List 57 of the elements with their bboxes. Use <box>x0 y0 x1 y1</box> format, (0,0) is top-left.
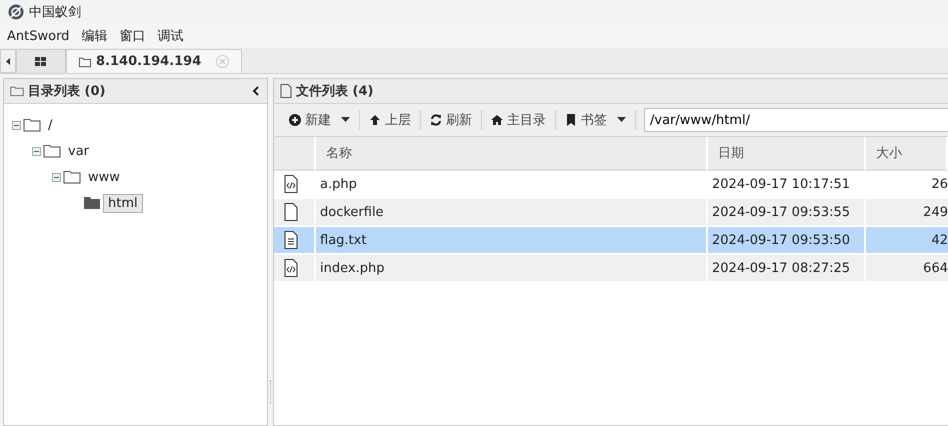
bookmark-icon <box>565 114 577 126</box>
table-cell[interactable]: dockerfile <box>316 199 708 227</box>
column-header[interactable]: 名称 <box>316 137 708 171</box>
grid-icon <box>35 56 47 68</box>
collapse-icon[interactable] <box>32 146 41 156</box>
folder-icon <box>10 85 24 97</box>
tab[interactable] <box>16 49 66 73</box>
tree-item[interactable]: / <box>43 116 58 134</box>
home-icon <box>491 114 503 126</box>
up-arrow-icon <box>369 114 381 126</box>
panel-title: 文件列表 (4) <box>296 82 374 100</box>
folder-icon <box>63 170 81 184</box>
toolbar-button[interactable]: 新建 <box>280 107 359 133</box>
column-header[interactable]: 大小 <box>866 137 948 171</box>
scroll-left-button[interactable] <box>0 49 16 73</box>
tree-item[interactable]: www <box>83 168 125 186</box>
file-icon <box>283 203 299 221</box>
collapse-icon[interactable] <box>251 85 261 97</box>
caret-icon <box>617 117 626 123</box>
document-icon <box>280 84 292 98</box>
menu-item[interactable]: 编辑 <box>81 27 108 45</box>
refresh-icon <box>430 114 442 126</box>
text-file-icon <box>283 231 299 249</box>
table-cell[interactable]: flag.txt <box>316 227 708 255</box>
table-cell[interactable]: index.php <box>316 255 708 283</box>
panel-title: 目录列表 (0) <box>28 83 106 100</box>
folder-icon <box>43 144 61 158</box>
table-cell: 664 <box>866 255 948 283</box>
caret-icon <box>6 58 10 64</box>
caret-icon <box>341 117 350 123</box>
plus-circle-icon <box>289 114 301 126</box>
column-header[interactable]: 日期 <box>708 137 866 171</box>
toolbar-button[interactable]: 书签 <box>556 107 635 133</box>
menu-item[interactable]: 调试 <box>157 27 184 45</box>
toolbar-button[interactable]: 上层 <box>360 107 420 133</box>
table-cell: 249 <box>866 199 948 227</box>
folder-icon <box>23 118 41 132</box>
code-file-icon <box>283 175 299 193</box>
menu-item[interactable]: 窗口 <box>119 27 146 45</box>
path-field[interactable]: /var/www/html/ <box>644 108 948 132</box>
folder-icon <box>83 196 101 210</box>
menu-item[interactable]: AntSword <box>7 28 70 44</box>
app-logo <box>8 4 24 20</box>
tab[interactable]: 8.140.194.194 <box>66 49 242 73</box>
table-cell: 2024-09-17 08:27:25 <box>708 255 866 283</box>
collapse-icon[interactable] <box>12 120 21 130</box>
tree-item[interactable]: html <box>103 194 143 212</box>
table-cell: 2024-09-17 09:53:50 <box>708 227 866 255</box>
table-cell: 2024-09-17 09:53:55 <box>708 199 866 227</box>
toolbar-button[interactable]: 主目录 <box>482 107 555 133</box>
folder-icon <box>79 56 91 68</box>
tree-item[interactable]: var <box>63 142 94 160</box>
window-title: 中国蚁剑 <box>29 4 81 21</box>
code-file-icon <box>283 259 299 277</box>
collapse-icon[interactable] <box>52 172 61 182</box>
toolbar-button[interactable]: 刷新 <box>421 107 481 133</box>
table-cell: 42 <box>866 227 948 255</box>
